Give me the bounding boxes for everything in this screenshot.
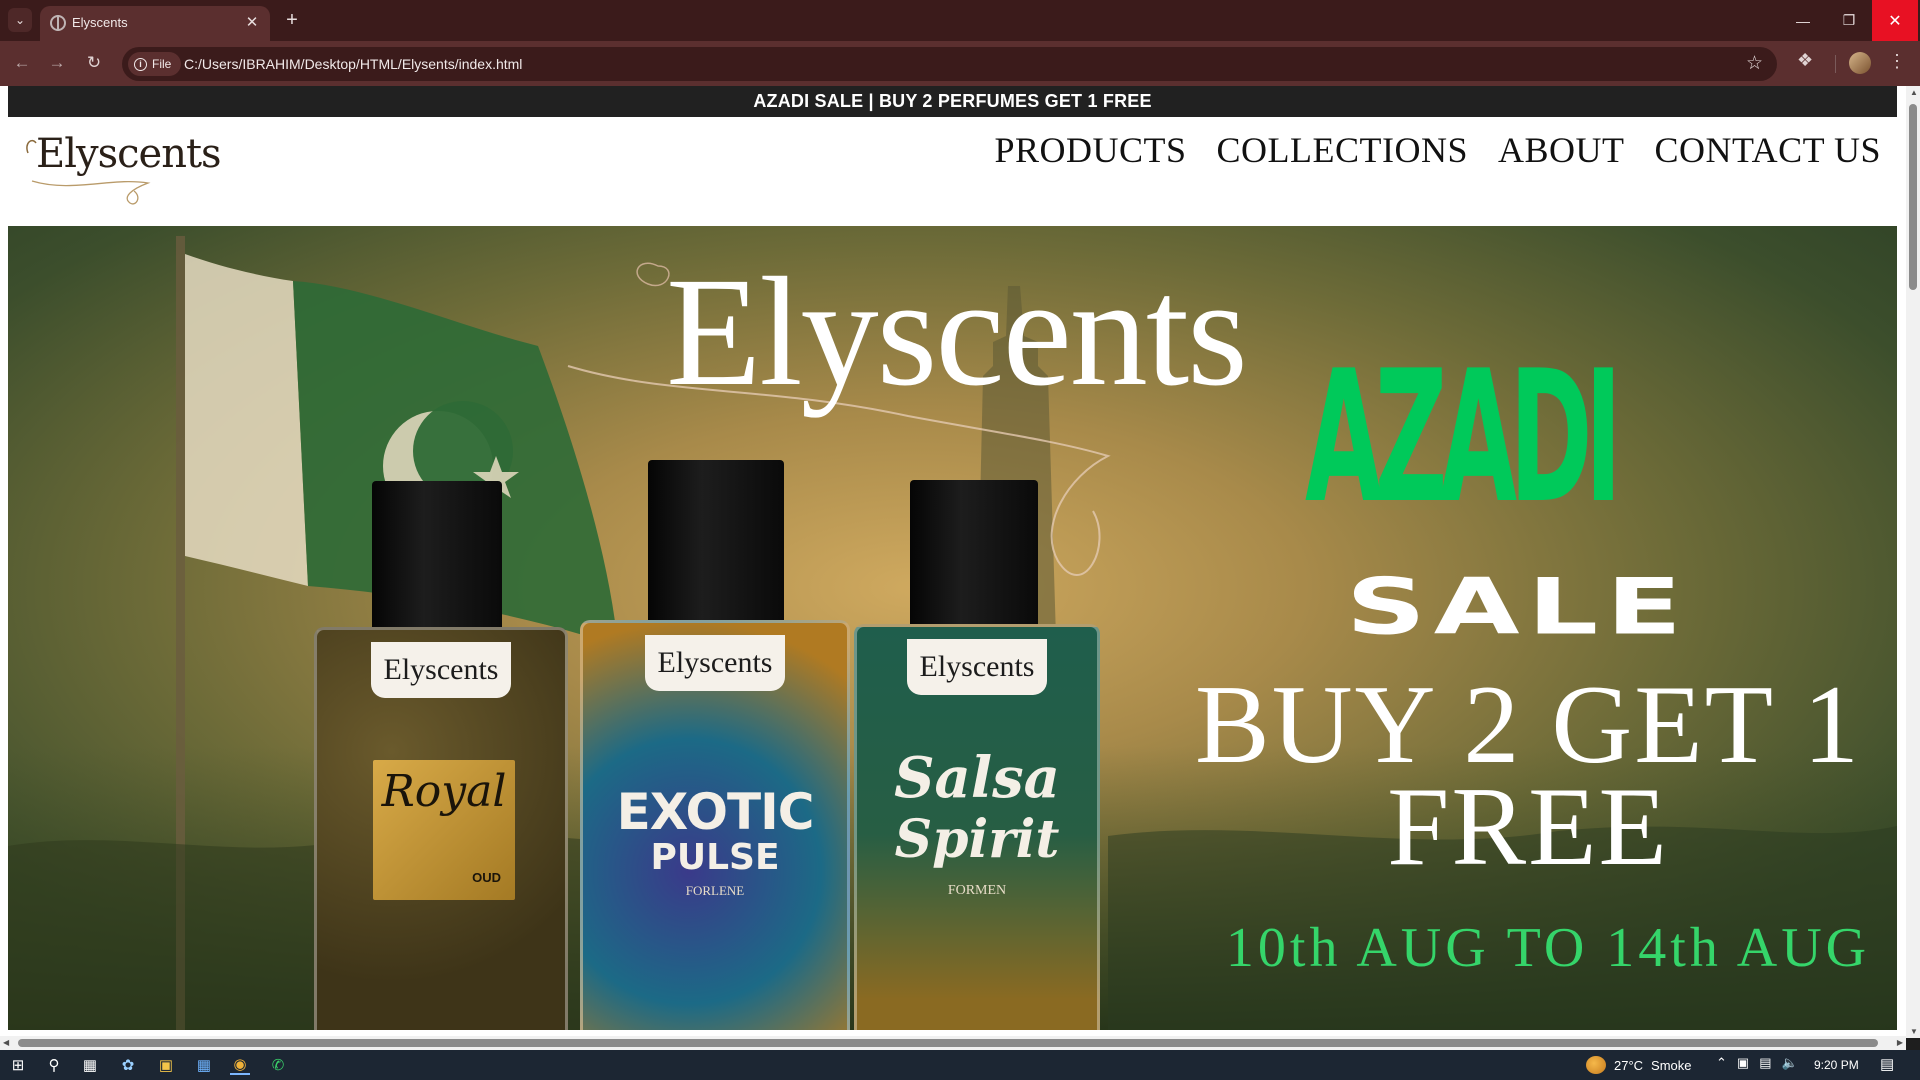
search-icon[interactable]: ⚲ (44, 1055, 64, 1075)
browser-toolbar: ← → ↻ i File C:/Users/IBRAHIM/Desktop/HT… (0, 41, 1920, 86)
url-text[interactable]: C:/Users/IBRAHIM/Desktop/HTML/Elysents/i… (184, 56, 522, 72)
horizontal-scrollbar[interactable]: ◀ ▶ (0, 1036, 1906, 1050)
bottle-royal-oud: Elyscents Royal OUD (314, 481, 568, 1030)
whatsapp-icon[interactable]: ✆ (268, 1055, 288, 1075)
tray-app-icon[interactable]: ▣ (1737, 1055, 1749, 1071)
bottle-name: EXOTIC (616, 783, 815, 841)
bottle-sub: FORMEN (947, 883, 1007, 898)
site-chip-label: File (152, 57, 172, 71)
nav-products[interactable]: PRODUCTS (994, 129, 1186, 171)
network-icon[interactable]: ▤ (1759, 1055, 1771, 1071)
scroll-right-arrow-icon[interactable]: ▶ (1897, 1038, 1903, 1047)
royal-label-panel: Royal OUD (373, 760, 515, 900)
system-tray: ⌃ ▣ ▤ 🔈 (1716, 1055, 1798, 1071)
store-icon[interactable]: ▦ (194, 1055, 214, 1075)
reload-button[interactable]: ↻ (82, 51, 106, 75)
globe-icon (50, 15, 66, 31)
clock[interactable]: 9:20 PM (1814, 1058, 1859, 1072)
bottle-name: Royal (381, 766, 507, 817)
file-explorer-icon[interactable]: ▣ (156, 1055, 176, 1075)
offer-line-2: FREE (1387, 765, 1669, 889)
windows-taskbar: ⊞ ⚲ ▦ ✿ ▣ ▦ ◉ ✆ 27°C Smoke ⌃ ▣ ▤ 🔈 9:20 … (0, 1050, 1920, 1080)
copilot-icon[interactable]: ✿ (118, 1055, 138, 1075)
offer-line-1: BUY 2 GET 1 (1195, 663, 1861, 787)
scroll-down-arrow-icon[interactable]: ▼ (1910, 1027, 1918, 1036)
back-button[interactable]: ← (10, 51, 34, 75)
forward-button[interactable]: → (45, 51, 69, 75)
bottle-name-2: PULSE (650, 837, 780, 878)
site-logo[interactable]: Elyscents (22, 131, 222, 207)
weather-text: Smoke (1651, 1057, 1692, 1073)
bottle-sub: OUD (472, 870, 501, 885)
bottle-body: Elyscents Salsa Spirit FORMEN (854, 624, 1100, 1030)
weather-icon (1586, 1056, 1606, 1074)
bottle-cap (910, 480, 1038, 628)
bottle-salsa-spirit: Elyscents Salsa Spirit FORMEN (854, 480, 1100, 1030)
extensions-icon[interactable]: ❖ (1797, 50, 1813, 71)
offer-text: BUY 2 GET 1 FREE (1188, 663, 1868, 889)
page-viewport: AZADI SALE | BUY 2 PERFUMES GET 1 FREE E… (0, 86, 1920, 1038)
start-windows-icon[interactable]: ⊞ (8, 1055, 28, 1075)
tab-title: Elyscents (72, 15, 128, 30)
bottle-body: Elyscents Royal OUD (314, 627, 568, 1030)
new-tab-button[interactable]: + (280, 8, 304, 32)
scroll-up-arrow-icon[interactable]: ▲ (1910, 88, 1918, 97)
bottle-exotic-pulse: Elyscents EXOTIC PULSE FORLENE (580, 460, 850, 1030)
weather-widget[interactable]: 27°C Smoke (1586, 1056, 1692, 1074)
profile-avatar[interactable] (1849, 52, 1871, 74)
toolbar-divider (1835, 55, 1836, 73)
minimize-button[interactable]: — (1780, 0, 1826, 41)
bottle-sub: FORLENE (685, 883, 745, 898)
scroll-left-arrow-icon[interactable]: ◀ (3, 1038, 9, 1047)
elyscents-page: AZADI SALE | BUY 2 PERFUMES GET 1 FREE E… (8, 86, 1897, 1030)
browser-tab-strip: ⌄ Elyscents ✕ + — ❐ ✕ (0, 0, 1920, 41)
chrome-icon[interactable]: ◉ (230, 1055, 250, 1075)
task-view-icon[interactable]: ▦ (80, 1055, 100, 1075)
logo-text: Elyscents (36, 131, 222, 177)
bottle-cap (372, 481, 502, 631)
nav-contact-us[interactable]: CONTACT US (1655, 129, 1881, 171)
tab-search-button[interactable]: ⌄ (8, 8, 32, 32)
vertical-scroll-thumb[interactable] (1909, 104, 1917, 290)
bottle-label: Elyscents (645, 635, 785, 691)
address-bar[interactable]: i File C:/Users/IBRAHIM/Desktop/HTML/Ely… (122, 47, 1777, 81)
bottle-name-2: Spirit (894, 809, 1060, 870)
volume-icon[interactable]: 🔈 (1782, 1055, 1798, 1071)
vertical-scrollbar[interactable]: ▲ ▼ (1906, 86, 1920, 1038)
nav-about[interactable]: ABOUT (1498, 129, 1625, 171)
bottle-label: Elyscents (371, 642, 511, 698)
close-tab-icon[interactable]: ✕ (242, 12, 262, 32)
main-nav: PRODUCTS COLLECTIONS ABOUT CONTACT US (994, 129, 1881, 171)
promo-bar: AZADI SALE | BUY 2 PERFUMES GET 1 FREE (8, 86, 1897, 117)
bottle-cap (648, 460, 784, 624)
sale-dates: 10th AUG TO 14th AUG (1225, 917, 1871, 979)
weather-temp: 27°C (1614, 1057, 1644, 1073)
restore-button[interactable]: ❐ (1826, 0, 1872, 41)
tab-elyscents[interactable]: Elyscents ✕ (40, 6, 270, 41)
horizontal-scroll-thumb[interactable] (18, 1039, 1878, 1047)
info-icon: i (134, 57, 147, 71)
close-window-button[interactable]: ✕ (1872, 0, 1918, 41)
tray-chevron-up-icon[interactable]: ⌃ (1716, 1055, 1727, 1071)
nav-collections[interactable]: COLLECTIONS (1217, 129, 1469, 171)
azadi-heading: AZADI (1305, 331, 1622, 543)
hero-banner: Elyscents AZADI SALE BUY 2 GET 1 FREE 10… (8, 226, 1897, 1030)
bottle-name: Salsa (894, 745, 1060, 811)
hero-brand-text: Elyscents (666, 245, 1248, 418)
site-info-chip[interactable]: i File (128, 52, 182, 76)
notification-icon[interactable]: ▤ (1880, 1055, 1894, 1073)
bottle-label: Elyscents (907, 639, 1047, 695)
sale-heading: SALE (1346, 561, 1690, 652)
site-header: Elyscents PRODUCTS COLLECTIONS ABOUT CON… (8, 117, 1897, 226)
menu-kebab-icon[interactable]: ⋮ (1888, 51, 1906, 72)
bottle-body: Elyscents EXOTIC PULSE FORLENE (580, 620, 850, 1030)
bookmark-star-icon[interactable]: ☆ (1746, 52, 1763, 75)
